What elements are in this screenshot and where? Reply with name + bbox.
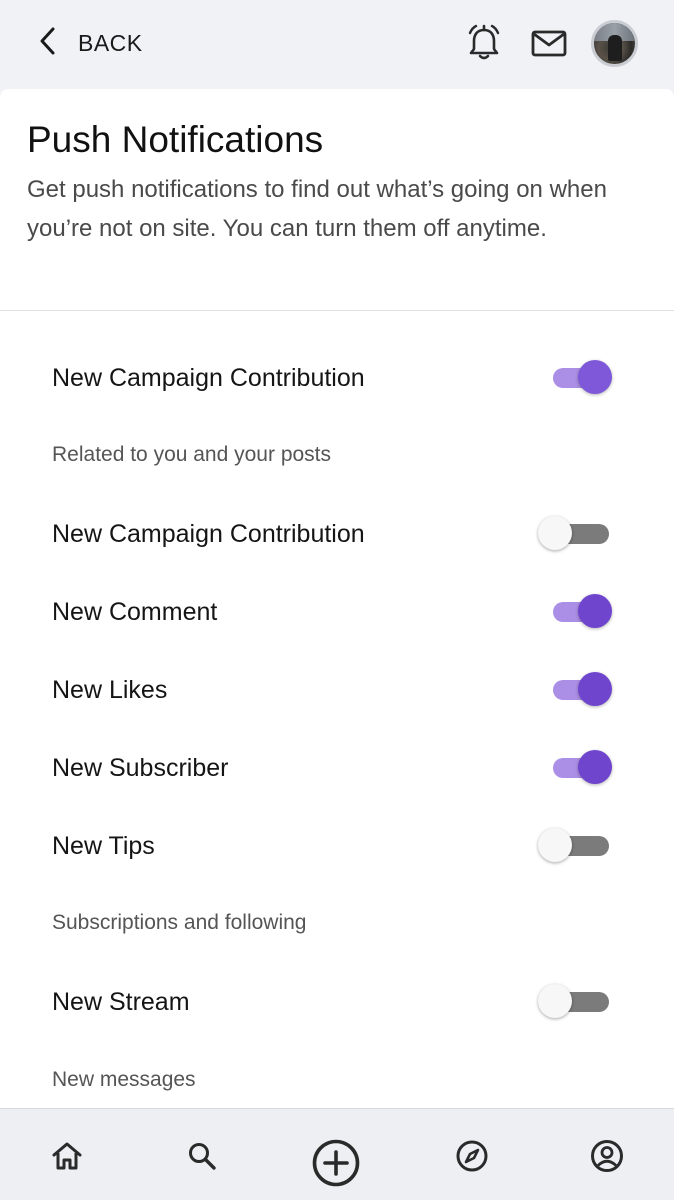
add-circle-icon[interactable] [311, 1138, 361, 1188]
setting-label: New Subscriber [52, 753, 229, 782]
toggle-switch[interactable] [550, 672, 612, 708]
settings-card: Push Notifications Get push notification… [0, 89, 674, 1109]
setting-label: New Tips [52, 831, 155, 860]
toggle-switch[interactable] [550, 750, 612, 786]
setting-row-new-likes: New Likes [52, 670, 612, 710]
setting-label: New Campaign Contribution [52, 363, 365, 392]
compass-icon[interactable] [455, 1139, 489, 1173]
avatar[interactable] [591, 20, 638, 67]
setting-row-new-tips: New Tips [52, 826, 612, 866]
chevron-left-icon [36, 25, 60, 62]
setting-row-new-comment: New Comment [52, 592, 612, 632]
page-title: Push Notifications [27, 119, 324, 160]
setting-label: New Campaign Contribution [52, 519, 365, 548]
back-button[interactable]: BACK [36, 26, 143, 60]
setting-row-new-subscriber: New Subscriber [52, 748, 612, 788]
setting-row-top-campaign-contribution: New Campaign Contribution [52, 358, 612, 398]
divider [0, 310, 674, 311]
mail-icon[interactable] [529, 22, 569, 64]
setting-label: New Stream [52, 987, 190, 1016]
top-bar: BACK [0, 0, 674, 88]
toggle-switch[interactable] [538, 984, 612, 1020]
search-icon[interactable] [185, 1139, 219, 1173]
home-icon[interactable] [50, 1139, 84, 1173]
section-header-subscriptions: Subscriptions and following [52, 911, 307, 934]
toggle-switch[interactable] [538, 828, 612, 864]
page-description: Get push notifications to find out what’… [27, 176, 607, 242]
back-label: BACK [78, 29, 143, 56]
profile-icon[interactable] [590, 1139, 624, 1173]
toggle-switch[interactable] [550, 360, 612, 396]
toggle-switch[interactable] [550, 594, 612, 630]
setting-label: New Likes [52, 675, 168, 704]
toggle-switch[interactable] [538, 516, 612, 552]
setting-row-new-stream: New Stream [52, 982, 612, 1022]
section-header-messages: New messages [52, 1068, 196, 1091]
setting-label: New Comment [52, 597, 218, 626]
section-header-related: Related to you and your posts [52, 443, 332, 466]
bottom-nav [0, 1108, 674, 1200]
alarm-bell-icon[interactable] [464, 22, 504, 64]
setting-row-campaign-contribution: New Campaign Contribution [52, 514, 612, 554]
